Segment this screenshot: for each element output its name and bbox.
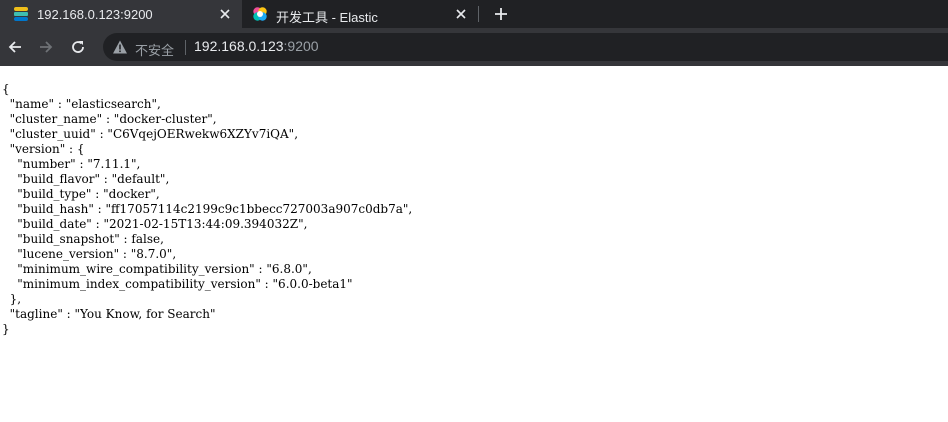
reload-icon[interactable] <box>70 39 86 55</box>
warning-icon[interactable] <box>112 39 128 55</box>
tab-title: 开发工具 - Elastic <box>276 10 378 25</box>
forward-arrow-icon[interactable] <box>38 39 54 55</box>
kibana-icon <box>253 7 267 21</box>
url-text[interactable]: 192.168.0.123:9200 <box>194 38 319 54</box>
response-line: "tagline" : "You Know, for Search" <box>2 307 216 321</box>
tab-divider <box>478 6 479 22</box>
tab-elasticsearch[interactable]: 192.168.0.123:9200 <box>0 0 242 28</box>
response-line: "lucene_version" : "8.7.0", <box>2 247 177 261</box>
new-tab-icon[interactable] <box>493 6 509 22</box>
response-line: "name" : "elasticsearch", <box>2 97 161 111</box>
response-line: "build_hash" : "ff17057114c2199c9c1bbecc… <box>2 202 413 216</box>
security-status[interactable]: 不安全 <box>135 40 174 59</box>
response-line: "build_date" : "2021-02-15T13:44:09.3940… <box>2 217 308 231</box>
response-line: "number" : "7.11.1", <box>2 157 141 171</box>
response-line: "build_type" : "docker", <box>2 187 160 201</box>
response-line: "build_snapshot" : false, <box>2 232 164 246</box>
close-tab-icon[interactable] <box>218 7 232 21</box>
browser-toolbar: 不安全 192.168.0.123:9200 <box>0 28 948 66</box>
elasticsearch-icon <box>14 7 28 21</box>
tab-kibana-dev-tools[interactable]: 开发工具 - Elastic <box>242 0 478 28</box>
close-tab-icon[interactable] <box>454 7 468 21</box>
url-host: 192.168.0.123 <box>194 38 284 54</box>
tab-strip: 192.168.0.123:9200 开发工具 - Elastic <box>0 0 948 28</box>
response-line: } <box>2 322 10 336</box>
response-line: "build_flavor" : "default", <box>2 172 170 186</box>
response-line: "cluster_uuid" : "C6VqejOERwekw6XZYv7iQA… <box>2 127 299 141</box>
omnibox-divider <box>185 40 186 55</box>
response-line: "minimum_wire_compatibility_version" : "… <box>2 262 312 276</box>
response-line: "minimum_index_compatibility_version" : … <box>2 277 353 291</box>
back-arrow-icon[interactable] <box>7 39 23 55</box>
json-response: { "name" : "elasticsearch", "cluster_nam… <box>0 66 948 337</box>
address-bar[interactable]: 不安全 192.168.0.123:9200 <box>103 33 948 61</box>
tab-title: 192.168.0.123:9200 <box>37 7 153 22</box>
response-line: "cluster_name" : "docker-cluster", <box>2 112 217 126</box>
response-line: "version" : { <box>2 142 85 156</box>
url-port: :9200 <box>283 38 319 54</box>
page-content: { "name" : "elasticsearch", "cluster_nam… <box>0 66 948 422</box>
response-line: }, <box>2 292 22 306</box>
response-line: { <box>2 82 10 96</box>
